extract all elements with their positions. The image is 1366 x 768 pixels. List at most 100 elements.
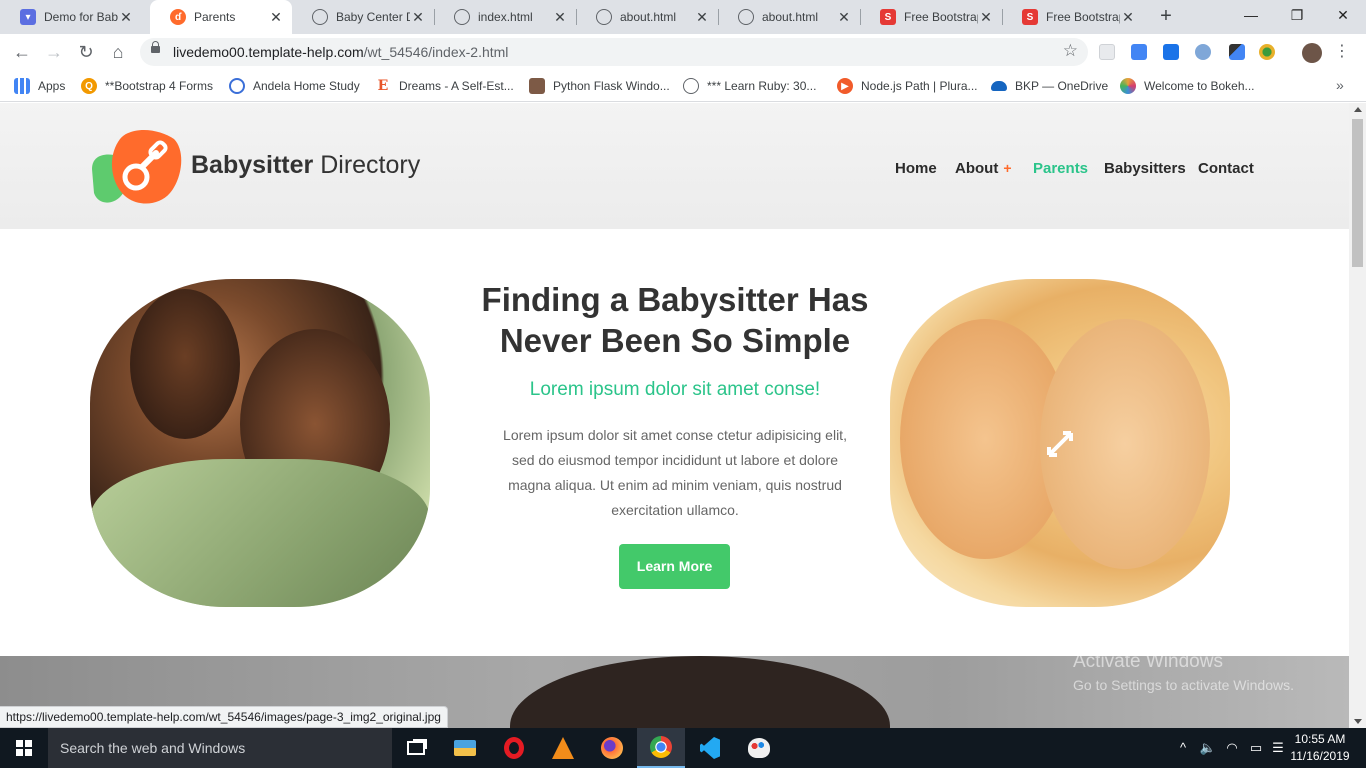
extension-circle-icon[interactable] — [1195, 44, 1211, 60]
nav-parents[interactable]: Parents — [1033, 160, 1088, 177]
site-header: Babysitter Directory Home About + Parents… — [0, 103, 1349, 229]
close-icon[interactable]: ✕ — [836, 9, 852, 25]
search-bookmark-icon: Q — [81, 78, 97, 94]
tab-label: index.html — [478, 10, 533, 24]
onedrive-icon — [991, 81, 1007, 91]
bookmark-item[interactable]: Python Flask Windo... — [529, 77, 670, 95]
battery-icon[interactable]: ▭ — [1246, 728, 1266, 768]
tab-label: Free Bootstrap — [904, 10, 978, 24]
watermark-subtitle: Go to Settings to activate Windows. — [1073, 677, 1294, 693]
notifications-icon[interactable]: ☰ — [1268, 728, 1288, 768]
tab-separator — [1002, 9, 1003, 25]
s-brand-icon: S — [1022, 9, 1038, 25]
task-view-icon[interactable] — [392, 728, 440, 768]
browser-tab[interactable]: S Free Bootstrap ✕ — [860, 0, 1002, 34]
new-tab-button[interactable]: + — [1154, 5, 1178, 29]
bookmark-label: Dreams - A Self-Est... — [399, 79, 514, 93]
browser-tab[interactable]: about.html ✕ — [576, 0, 718, 34]
plus-icon[interactable]: + — [1003, 160, 1011, 176]
menu-kebab-icon[interactable]: ⋮ — [1334, 40, 1350, 64]
bookmark-label: Python Flask Windo... — [553, 79, 670, 93]
bookmark-item[interactable]: *** Learn Ruby: 30... — [683, 77, 816, 95]
minimize-button[interactable]: — — [1228, 0, 1274, 34]
tab-separator — [434, 9, 435, 25]
avatar-bookmark-icon — [529, 78, 545, 94]
bookmark-item[interactable]: ▶ Node.js Path | Plura... — [837, 77, 978, 95]
search-placeholder: Search the web and Windows — [60, 740, 246, 756]
wifi-icon[interactable]: ◠ — [1222, 728, 1242, 768]
bookmark-item[interactable]: Apps — [14, 77, 65, 95]
eyedropper-extension-icon[interactable] — [1229, 44, 1245, 60]
profile-avatar[interactable] — [1302, 43, 1322, 63]
vscode-icon[interactable] — [686, 728, 734, 768]
browser-tab[interactable]: index.html ✕ — [434, 0, 576, 34]
restore-button[interactable]: ❐ — [1274, 0, 1320, 34]
bookmark-item[interactable]: BKP — OneDrive — [991, 77, 1108, 95]
close-icon[interactable]: ✕ — [978, 9, 994, 25]
show-hidden-icons-chevron-icon[interactable]: ^ — [1174, 728, 1192, 768]
windows-logo-icon — [16, 740, 32, 756]
forward-arrow-icon[interactable]: → — [42, 40, 66, 64]
file-explorer-icon[interactable] — [441, 728, 489, 768]
url-text[interactable]: livedemo00.template-help.com/wt_54546/in… — [173, 44, 508, 60]
vlc-icon[interactable] — [539, 728, 587, 768]
scrollbar-thumb[interactable] — [1352, 119, 1363, 267]
window-close-button[interactable]: ✕ — [1320, 0, 1366, 34]
pacifier-logo-icon[interactable] — [90, 127, 182, 207]
browser-tab[interactable]: Baby Center Di ✕ — [292, 0, 434, 34]
tab-label: about.html — [620, 10, 677, 24]
browser-tab[interactable]: ▾ Demo for Baby ✕ — [0, 0, 142, 34]
browser-tab[interactable]: S Free Bootstrap ✕ — [1002, 0, 1144, 34]
tab-label: Demo for Baby — [44, 10, 118, 24]
opera-icon[interactable] — [490, 728, 538, 768]
volume-icon[interactable]: 🔈 — [1198, 728, 1218, 768]
close-icon[interactable]: ✕ — [552, 9, 568, 25]
scroll-up-arrow-icon[interactable] — [1354, 107, 1362, 112]
start-button[interactable] — [0, 728, 48, 768]
extension-globe-icon[interactable] — [1259, 44, 1275, 60]
paint-icon[interactable] — [735, 728, 783, 768]
home-icon[interactable]: ⌂ — [106, 40, 130, 64]
reload-icon[interactable]: ↻ — [74, 40, 98, 64]
site-brand[interactable]: Babysitter Directory — [191, 151, 420, 180]
nav-home[interactable]: Home — [895, 160, 937, 177]
activate-windows-watermark: Activate Windows Go to Settings to activ… — [1073, 651, 1294, 693]
address-bar[interactable]: livedemo00.template-help.com/wt_54546/in… — [140, 38, 1088, 66]
back-arrow-icon[interactable]: ← — [10, 40, 34, 64]
globe-icon — [596, 9, 612, 25]
extension-placeholder-icon[interactable] — [1099, 44, 1115, 60]
bookmark-item[interactable]: Andela Home Study — [229, 77, 360, 95]
bookmark-item[interactable]: E Dreams - A Self-Est... — [375, 77, 514, 95]
learn-more-button[interactable]: Learn More — [619, 544, 730, 589]
bookmark-label: Apps — [38, 79, 66, 93]
nav-babysitters[interactable]: Babysitters — [1104, 160, 1186, 177]
close-icon[interactable]: ✕ — [1120, 9, 1136, 25]
taskbar-search[interactable]: Search the web and Windows — [48, 728, 392, 768]
bookmarks-overflow-icon[interactable]: » — [1336, 77, 1344, 93]
nav-contact[interactable]: Contact — [1198, 160, 1254, 177]
translate-extension-icon[interactable] — [1131, 44, 1147, 60]
firefox-icon[interactable] — [588, 728, 636, 768]
close-icon[interactable]: ✕ — [268, 9, 284, 25]
tab-separator — [718, 9, 719, 25]
brand-light: Directory — [313, 151, 421, 179]
system-clock[interactable]: 10:55 AM 11/16/2019 — [1290, 731, 1350, 765]
hair-shape — [510, 656, 890, 728]
extension-window-icon[interactable] — [1163, 44, 1179, 60]
bookmark-star-icon[interactable]: ☆ — [1063, 41, 1078, 61]
page-scrollbar[interactable] — [1349, 103, 1366, 728]
scroll-down-arrow-icon[interactable] — [1354, 719, 1362, 724]
globe-icon — [454, 9, 470, 25]
brand-bold: Babysitter — [191, 151, 314, 179]
chrome-icon[interactable] — [637, 728, 685, 768]
expand-arrows-icon[interactable] — [1045, 429, 1075, 459]
bookmark-item[interactable]: Welcome to Bokeh... — [1120, 77, 1255, 95]
close-icon[interactable]: ✕ — [118, 9, 134, 25]
browser-tab[interactable]: about.html ✕ — [718, 0, 860, 34]
close-icon[interactable]: ✕ — [694, 9, 710, 25]
browser-tab-active[interactable]: ɗ Parents ✕ — [150, 0, 292, 34]
bookmark-item[interactable]: Q **Bootstrap 4 Forms — [81, 77, 213, 95]
nav-about[interactable]: About + — [955, 160, 1012, 177]
close-icon[interactable]: ✕ — [410, 9, 426, 25]
tab-separator — [576, 9, 577, 25]
